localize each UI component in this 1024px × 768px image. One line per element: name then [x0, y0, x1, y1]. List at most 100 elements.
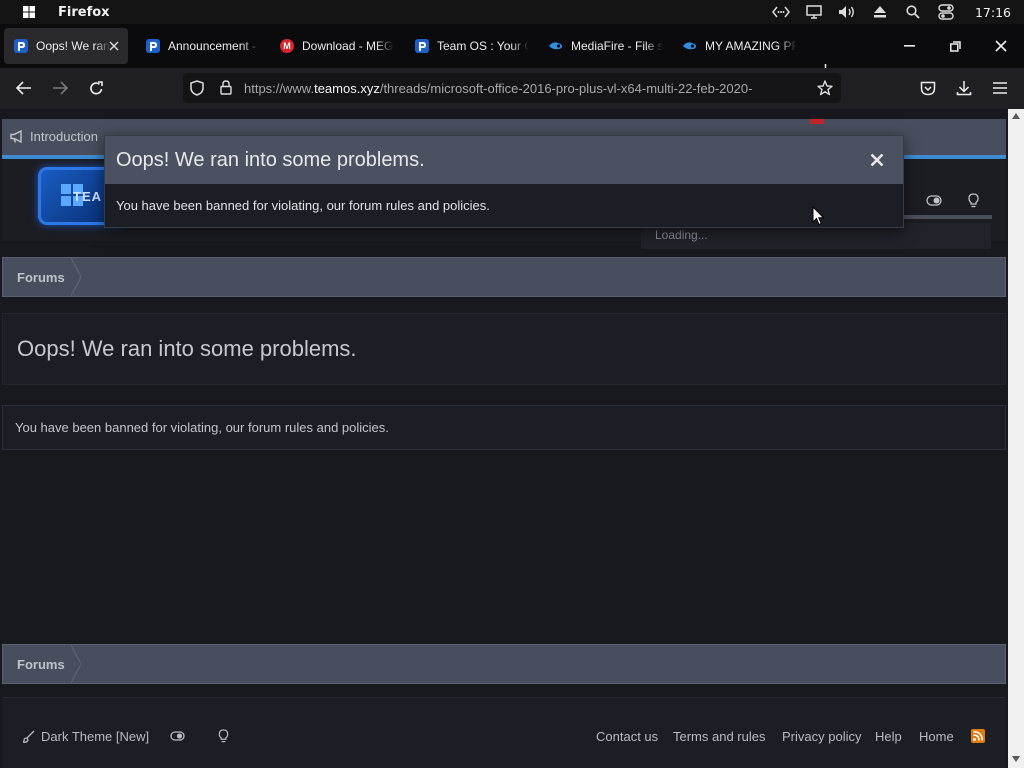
paintbrush-icon	[22, 730, 35, 743]
mediafire-favicon-icon	[549, 39, 563, 53]
tab-label: Announcement - TeamOS	[168, 39, 260, 53]
tab-label: Oops! We ran into some problems.	[36, 39, 110, 53]
eject-tray[interactable]	[863, 0, 896, 24]
network-arrows-icon	[771, 6, 790, 18]
tab-oops-problems[interactable]: Oops! We ran into some problems.	[4, 28, 128, 64]
reload-icon	[89, 80, 103, 94]
start-button[interactable]	[0, 0, 58, 24]
tab-my-amazing-programs[interactable]: MY AMAZING PROGRAMS	[673, 28, 797, 64]
close-window-button[interactable]	[978, 24, 1024, 68]
page-scrollbar[interactable]	[1008, 109, 1024, 768]
mouse-cursor-icon	[812, 206, 825, 226]
url-prefix: https://www.	[244, 81, 315, 96]
teamos-favicon-icon	[415, 39, 429, 53]
scroll-down-icon[interactable]	[1012, 756, 1020, 762]
toggle-switches-icon	[937, 4, 954, 20]
theme-selector[interactable]: Dark Theme [New]	[22, 729, 149, 744]
shield-icon[interactable]	[190, 80, 204, 96]
dialog-close-button[interactable]	[867, 150, 887, 170]
active-app-name: Firefox	[58, 4, 110, 20]
breadcrumb-forums[interactable]: Forums	[17, 270, 65, 285]
tab-label: MediaFire - File sharing	[571, 39, 663, 53]
restore-icon	[949, 40, 961, 52]
teamos-favicon-icon	[146, 39, 160, 53]
monitor-icon	[805, 5, 822, 19]
close-icon	[870, 153, 884, 167]
display-tray[interactable]	[797, 0, 830, 24]
search-tray[interactable]	[896, 0, 929, 24]
eject-icon	[873, 6, 886, 18]
nav-item-introduction[interactable]: Introduction	[10, 129, 98, 144]
alert-badge	[810, 119, 824, 124]
remote-desktop-tray[interactable]	[764, 0, 797, 24]
error-dialog: Oops! We ran into some problems. You hav…	[104, 135, 904, 228]
breadcrumb: Forums	[2, 257, 1006, 297]
mega-favicon-icon: M	[280, 39, 294, 53]
error-message-block: You have been banned for violating, our …	[2, 405, 1006, 450]
browser-nav-bar: https://www.teamos.xyz/threads/microsoft…	[0, 68, 1024, 109]
bookmark-star-icon[interactable]	[817, 80, 833, 96]
theme-toggle-icon[interactable]	[170, 731, 185, 741]
forward-arrow-icon	[53, 81, 68, 95]
hamburger-menu-icon	[993, 82, 1007, 94]
tab-mediafire[interactable]: MediaFire - File sharing	[539, 28, 663, 64]
pocket-button[interactable]	[914, 74, 942, 102]
footer-link-help[interactable]: Help	[875, 729, 902, 744]
lock-icon[interactable]	[220, 80, 232, 95]
settings-tray[interactable]	[929, 0, 962, 24]
breadcrumb-bottom: Forums	[2, 644, 1006, 684]
dialog-message: You have been banned for violating, our …	[116, 198, 490, 213]
scroll-up-icon[interactable]	[1012, 113, 1020, 119]
downloads-button[interactable]	[950, 74, 978, 102]
app-menu-button[interactable]	[986, 74, 1014, 102]
tab-label: MY AMAZING PROGRAMS	[705, 39, 797, 53]
tab-team-os[interactable]: Team OS : Your Only Destination	[405, 28, 529, 64]
system-tray: 17:16	[764, 0, 1024, 24]
pocket-icon	[920, 81, 936, 95]
theme-label: Dark Theme [New]	[41, 729, 150, 744]
theme-toggle-icon[interactable]	[926, 195, 942, 206]
dialog-title: Oops! We ran into some problems.	[116, 149, 425, 171]
logo-mark: TEA	[73, 189, 102, 204]
teamos-favicon-icon	[14, 39, 28, 53]
page-title-block: Oops! We ran into some problems.	[2, 313, 1006, 385]
breadcrumb-forums[interactable]: Forums	[17, 657, 65, 672]
footer-link-terms[interactable]: Terms and rules	[673, 729, 765, 744]
reload-button[interactable]	[82, 74, 110, 102]
breadcrumb-chevron-icon	[70, 645, 82, 683]
tab-announcement[interactable]: Announcement - TeamOS	[136, 28, 260, 64]
search-icon	[905, 5, 920, 19]
url-domain: teamos.xyz	[314, 81, 380, 96]
volume-tray[interactable]	[830, 0, 863, 24]
page-title: Oops! We ran into some problems.	[17, 336, 357, 361]
forward-button[interactable]	[46, 74, 74, 102]
clock[interactable]: 17:16	[962, 0, 1024, 24]
windows-logo-icon	[23, 6, 35, 18]
megaphone-icon	[10, 130, 22, 143]
footer-link-contact[interactable]: Contact us	[596, 729, 658, 744]
breadcrumb-chevron-icon	[70, 258, 82, 296]
nav-item-label: Introduction	[30, 129, 98, 144]
tab-download-mega[interactable]: M Download - MEGA	[270, 28, 394, 64]
forum-footer: Dark Theme [New] Contact us Terms and ru…	[2, 697, 1006, 768]
rss-icon[interactable]	[971, 729, 985, 743]
lightbulb-icon[interactable]	[218, 729, 229, 743]
footer-link-privacy[interactable]: Privacy policy	[782, 729, 861, 744]
tab-label: Download - MEGA	[302, 39, 394, 53]
minimize-button[interactable]	[886, 24, 932, 68]
footer-link-home[interactable]: Home	[919, 729, 954, 744]
url-text[interactable]: https://www.teamos.xyz/threads/microsoft…	[244, 81, 804, 96]
lightbulb-icon[interactable]	[968, 193, 979, 208]
speaker-icon	[838, 6, 854, 18]
back-button[interactable]	[10, 74, 38, 102]
browser-tab-strip: Oops! We ran into some problems. Announc…	[0, 24, 1024, 77]
mediafire-favicon-icon	[683, 39, 697, 53]
address-bar[interactable]: https://www.teamos.xyz/threads/microsoft…	[183, 73, 841, 103]
download-icon	[956, 81, 972, 96]
restore-button[interactable]	[932, 24, 978, 68]
dialog-header: Oops! We ran into some problems.	[105, 136, 903, 184]
back-arrow-icon	[16, 81, 31, 95]
close-icon	[995, 40, 1007, 52]
system-taskbar: Firefox 17:16	[0, 0, 1024, 24]
tab-close-icon[interactable]	[106, 38, 122, 54]
